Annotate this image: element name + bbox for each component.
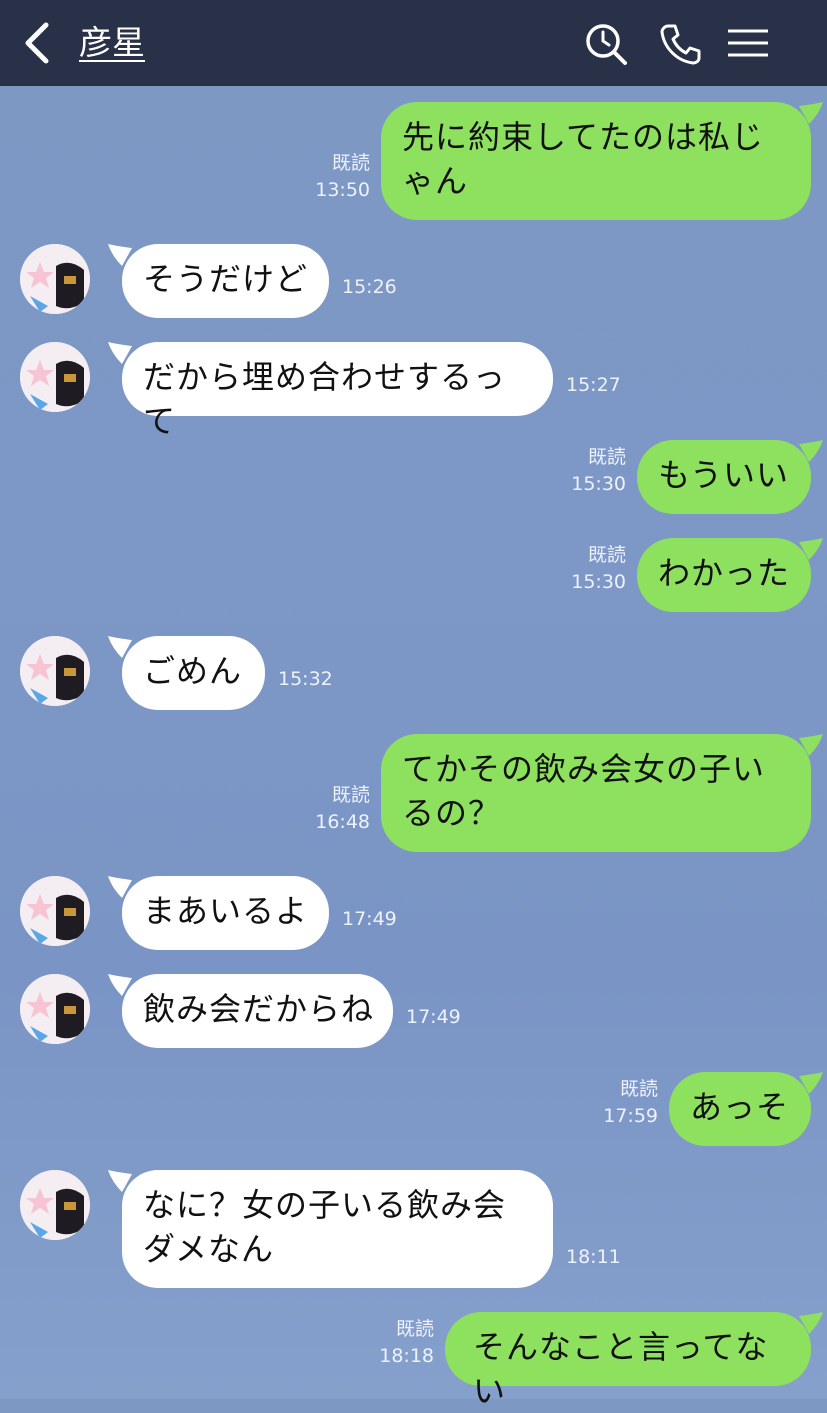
message-text: 先に約束してたのは私じゃん bbox=[402, 118, 765, 200]
phone-icon[interactable] bbox=[656, 20, 704, 68]
bubble-tail bbox=[799, 538, 823, 560]
message-meta: 既読 15:30 bbox=[571, 542, 626, 596]
message-text: だから埋め合わせするって bbox=[143, 358, 507, 440]
message-time: 17:49 bbox=[406, 1006, 461, 1028]
message-time: 15:27 bbox=[566, 374, 621, 396]
message-bubble[interactable]: 先に約束してたのは私じゃん bbox=[381, 102, 811, 220]
message-text: ごめん bbox=[143, 652, 243, 690]
message-meta: 既読 13:50 bbox=[315, 150, 370, 204]
message-bubble[interactable]: 飲み会だからね bbox=[122, 974, 393, 1048]
message-row: ごめん 15:32 bbox=[0, 636, 827, 710]
chat-title[interactable]: 彦星 bbox=[79, 22, 145, 64]
message-text: あっそ bbox=[690, 1088, 790, 1126]
message-time: 17:49 bbox=[342, 908, 397, 930]
message-bubble[interactable]: だから埋め合わせするって bbox=[122, 342, 553, 440]
message-time: 15:30 bbox=[571, 571, 626, 593]
message-row: 既読 18:18 そんなこと言ってない bbox=[0, 1312, 827, 1410]
message-time: 18:11 bbox=[566, 1246, 621, 1268]
avatar[interactable] bbox=[20, 974, 90, 1044]
message-bubble[interactable]: なに？女の子いる飲み会ダメなん bbox=[122, 1170, 553, 1288]
avatar[interactable] bbox=[20, 636, 90, 706]
bubble-tail bbox=[108, 342, 132, 364]
message-time: 15:26 bbox=[342, 276, 397, 298]
message-time: 16:48 bbox=[315, 811, 370, 833]
search-icon[interactable] bbox=[582, 20, 630, 68]
message-bubble[interactable]: てかその飲み会女の子いるの？ bbox=[381, 734, 811, 852]
bubble-tail bbox=[108, 636, 132, 658]
message-bubble[interactable]: そうだけど bbox=[122, 244, 329, 318]
bubble-tail bbox=[108, 244, 132, 266]
message-text: そうだけど bbox=[143, 260, 309, 298]
bubble-tail bbox=[108, 974, 132, 996]
read-receipt: 既読 bbox=[587, 544, 626, 566]
message-row: まあいるよ 17:49 bbox=[0, 876, 827, 950]
chat-header: 彦星 bbox=[0, 0, 827, 86]
message-time: 13:50 bbox=[315, 179, 370, 201]
message-row: 既読 17:59 あっそ bbox=[0, 1072, 827, 1146]
message-row: 既読 15:30 わかった bbox=[0, 538, 827, 612]
message-text: もういい bbox=[658, 456, 790, 494]
message-time: 15:32 bbox=[278, 668, 333, 690]
back-arrow-icon[interactable] bbox=[22, 21, 54, 65]
message-list[interactable]: 既読 13:50 先に約束してたのは私じゃん そうだけど 15:26 だから埋め… bbox=[0, 86, 827, 1410]
message-meta: 既読 17:59 bbox=[603, 1076, 658, 1130]
message-meta: 既読 18:18 bbox=[379, 1316, 434, 1370]
message-bubble[interactable]: もういい bbox=[637, 440, 811, 514]
message-row: だから埋め合わせするって 15:27 bbox=[0, 342, 827, 440]
message-meta: 既読 15:30 bbox=[571, 444, 626, 498]
message-bubble[interactable]: わかった bbox=[637, 538, 811, 612]
message-row: そうだけど 15:26 bbox=[0, 244, 827, 318]
read-receipt: 既読 bbox=[331, 784, 370, 806]
message-row: 飲み会だからね 17:49 bbox=[0, 974, 827, 1048]
bubble-tail bbox=[799, 102, 823, 124]
message-time: 17:59 bbox=[603, 1105, 658, 1127]
avatar[interactable] bbox=[20, 342, 90, 412]
avatar[interactable] bbox=[20, 876, 90, 946]
menu-icon[interactable] bbox=[724, 20, 772, 68]
read-receipt: 既読 bbox=[395, 1318, 434, 1340]
read-receipt: 既読 bbox=[331, 152, 370, 174]
message-text: 飲み会だからね bbox=[143, 990, 375, 1028]
message-row: 既読 13:50 先に約束してたのは私じゃん bbox=[0, 102, 827, 222]
message-text: なに？女の子いる飲み会ダメなん bbox=[143, 1186, 507, 1268]
bubble-tail bbox=[799, 1072, 823, 1094]
message-time: 15:30 bbox=[571, 473, 626, 495]
message-row: 既読 15:30 もういい bbox=[0, 440, 827, 514]
avatar[interactable] bbox=[20, 1170, 90, 1240]
message-text: わかった bbox=[658, 554, 791, 592]
read-receipt: 既読 bbox=[619, 1078, 658, 1100]
message-row: なに？女の子いる飲み会ダメなん 18:11 bbox=[0, 1170, 827, 1288]
bubble-tail bbox=[799, 440, 823, 462]
avatar[interactable] bbox=[20, 244, 90, 314]
message-bubble[interactable]: まあいるよ bbox=[122, 876, 329, 950]
bubble-tail bbox=[799, 1312, 823, 1334]
message-row: 既読 16:48 てかその飲み会女の子いるの？ bbox=[0, 734, 827, 854]
message-bubble[interactable]: そんなこと言ってない bbox=[445, 1312, 811, 1410]
message-meta: 既読 16:48 bbox=[315, 782, 370, 836]
bubble-tail bbox=[108, 876, 132, 898]
bubble-tail bbox=[108, 1170, 132, 1192]
read-receipt: 既読 bbox=[587, 446, 626, 468]
message-text: まあいるよ bbox=[143, 892, 309, 930]
bubble-tail bbox=[799, 734, 823, 756]
message-bubble[interactable]: ごめん bbox=[122, 636, 265, 710]
message-bubble[interactable]: あっそ bbox=[669, 1072, 811, 1146]
message-time: 18:18 bbox=[379, 1345, 434, 1367]
message-text: てかその飲み会女の子いるの？ bbox=[402, 750, 766, 832]
message-text: そんなこと言ってない bbox=[473, 1328, 769, 1410]
